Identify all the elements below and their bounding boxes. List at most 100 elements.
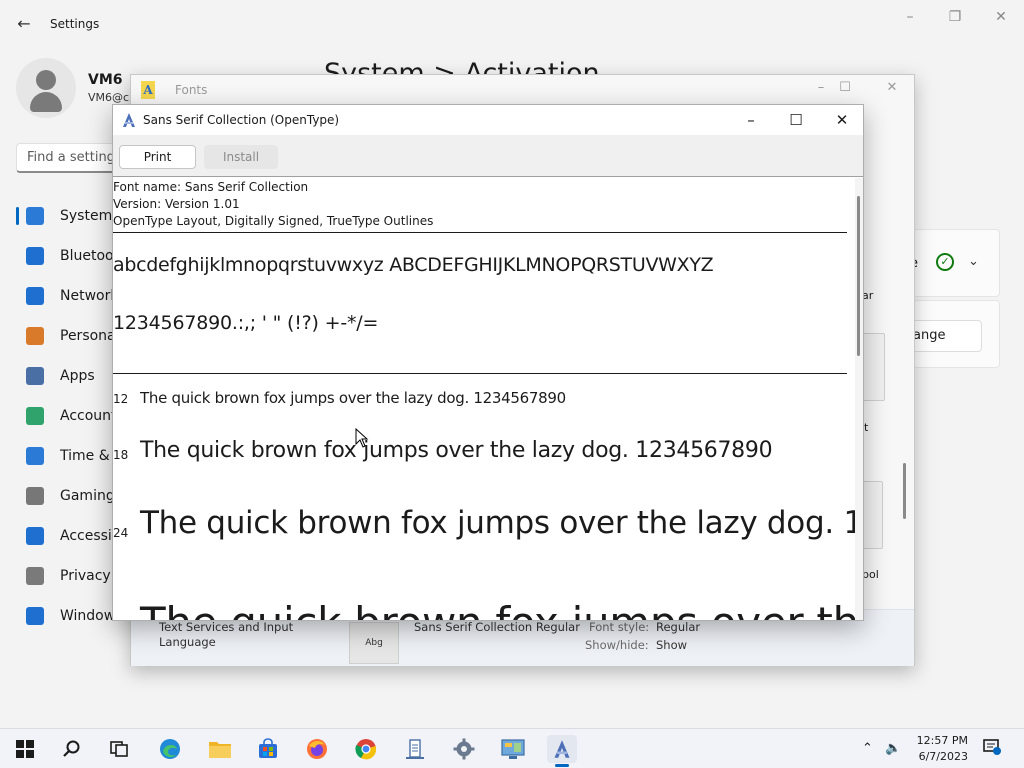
apps-icon [26,367,44,385]
chevron-down-icon[interactable]: ⌄ [968,254,979,269]
sidebar-item-label: Bluetoot [60,248,120,264]
restore-icon[interactable]: ❐ [943,8,967,26]
activation-state-card[interactable] [913,229,1000,297]
sidebar-item-account[interactable]: Account [16,396,117,436]
font-preview-titlebar: Sans Serif Collection (OpenType) – ☐ ✕ [113,105,863,135]
edge-icon[interactable] [155,735,185,763]
speaker-icon[interactable]: 🔈 [885,741,901,756]
close-icon[interactable]: ✕ [828,109,856,131]
fonts-folder-icon: A [141,81,155,99]
shield-icon [26,567,44,585]
clock-time: 12:57 PM [916,734,968,747]
font-file-label: t [864,421,869,434]
sidebar-item-label: System [60,208,113,224]
sidebar-item-window[interactable]: Window [16,596,116,636]
person-icon [26,407,44,425]
wifi-icon [26,287,44,305]
showhide-value: Show [656,638,688,652]
font-name-text: Font name: Sans Serif Collection [113,180,309,194]
bluetooth-icon [26,247,44,265]
active-app-indicator [555,764,569,767]
update-icon [26,607,44,625]
minimize-icon[interactable]: – [811,79,831,97]
install-button[interactable]: Install [204,145,278,169]
sidebar-item-privacy[interactable]: Privacy & [16,556,126,596]
file-explorer-icon[interactable] [205,735,235,763]
sidebar-item-label: Apps [60,368,95,384]
font-style-value: Regular [656,620,701,634]
font-file-label: bol [862,568,879,581]
clock-date: 6/7/2023 [918,750,968,763]
font-viewer-icon [123,113,135,127]
sidebar-item-label: Personal [60,328,120,344]
search-icon[interactable] [57,735,87,763]
control-panel-icon[interactable] [498,735,528,763]
sidebar-item-label: Network [60,288,119,304]
mouse-cursor-icon [355,428,369,448]
maximize-icon[interactable]: ☐ [835,79,855,97]
fonts-scrollbar[interactable] [903,463,906,519]
gamepad-icon [26,487,44,505]
notepad-icon[interactable] [400,735,430,763]
sidebar-item-time[interactable]: Time & [16,436,116,476]
minimize-icon[interactable]: – [898,8,922,26]
store-icon[interactable] [253,735,283,763]
sample-size-label: 12 [113,392,129,406]
preview-scrollbar[interactable] [855,178,863,620]
print-button[interactable]: Print [119,145,196,169]
settings-icon[interactable] [449,735,479,763]
close-icon[interactable]: ✕ [882,79,902,97]
firefox-icon[interactable] [302,735,332,763]
font-preview-toolbar: Print Install [113,135,863,177]
sidebar-item-accessib[interactable]: Accessib [16,516,121,556]
sample-text-24: The quick brown fox jumps over the lazy … [140,505,855,541]
accessibility-icon [26,527,44,545]
font-preview-content: Font name: Sans Serif Collection Version… [113,178,855,620]
sample-text-12: The quick brown fox jumps over the lazy … [140,389,566,407]
clock-globe-icon [26,447,44,465]
font-preview-title: Sans Serif Collection (OpenType) [143,113,340,127]
sample-size-label: 24 [113,526,129,540]
sidebar-item-label: Account [60,408,117,424]
sidebar-item-label: Window [60,608,116,624]
clock[interactable]: 12:57 PM 6/7/2023 [912,733,968,765]
sidebar-item-gaming[interactable]: Gaming [16,476,116,516]
change-button[interactable]: ange [906,320,982,352]
text-services-link[interactable]: Text Services and Input Language [159,620,299,650]
sidebar-item-personal[interactable]: Personal [16,316,120,356]
sidebar-item-apps[interactable]: Apps [16,356,116,396]
scrollbar-thumb[interactable] [857,196,860,356]
sample-text-18: The quick brown fox jumps over the lazy … [140,438,773,463]
divider [113,373,847,374]
sidebar-item-label: Time & [60,448,110,464]
digits-sample: 1234567890.:,; ' " (!?) +-*/= [113,312,379,334]
divider [113,232,847,233]
settings-title: Settings [50,17,100,31]
settings-nav: System Bluetoot Network Personal Apps Account… [16,196,126,636]
user-email: VM6@c [88,91,130,104]
back-arrow-icon[interactable]: ← [14,14,34,34]
avatar-head [36,70,56,90]
user-name: VM6 [88,72,123,88]
close-icon[interactable]: ✕ [989,8,1013,26]
font-preview-window: Sans Serif Collection (OpenType) – ☐ ✕ P… [112,104,864,621]
minimize-icon[interactable]: – [737,109,765,131]
sample-text-36: The quick brown fox jumps over the lazy … [140,598,855,620]
sidebar-item-network[interactable]: Network [16,276,119,316]
start-icon[interactable] [10,735,40,763]
font-style-label: Font style: [589,620,650,634]
font-viewer-icon[interactable] [547,735,577,763]
alphabet-sample: abcdefghijklmnopqrstuvwxyz ABCDEFGHIJKLM… [113,254,714,276]
font-version-text: Version: Version 1.01 [113,197,240,211]
sidebar-item-system[interactable]: System [16,196,116,236]
avatar[interactable] [16,58,76,118]
showhide-label: Show/hide: [585,638,649,652]
sidebar-item-bluetoot[interactable]: Bluetoot [16,236,120,276]
check-icon: ✓ [936,253,954,271]
chevron-up-icon[interactable]: ⌃ [862,741,873,756]
maximize-icon[interactable]: ☐ [782,109,810,131]
notification-icon[interactable] [983,739,1001,759]
chrome-icon[interactable] [351,735,381,763]
avatar-body [30,92,62,112]
task-view-icon[interactable] [104,735,134,763]
